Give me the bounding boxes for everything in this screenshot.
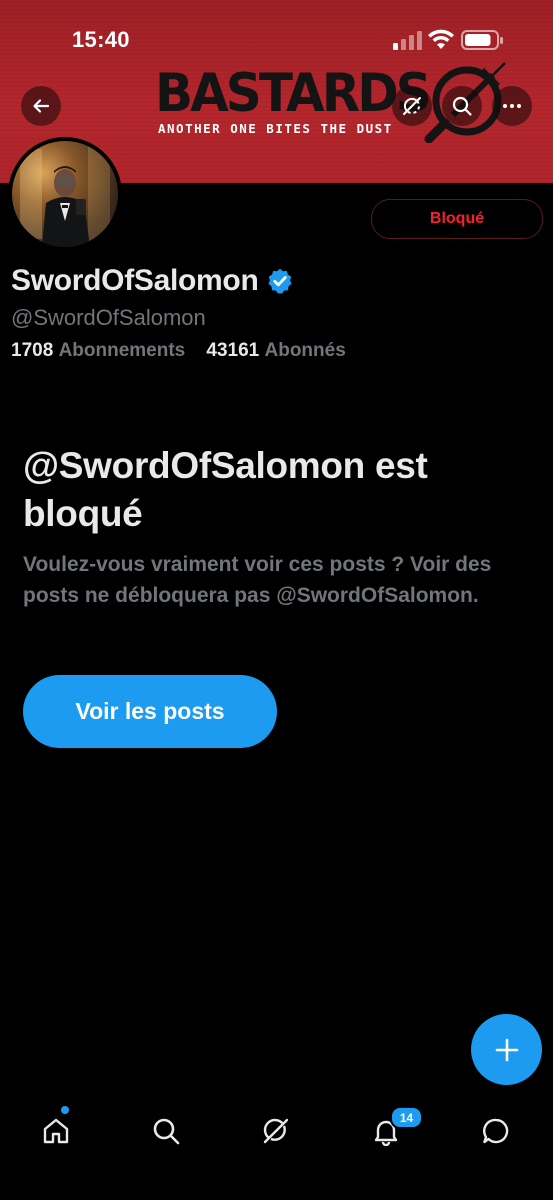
back-button[interactable] <box>21 86 61 126</box>
followers-label: Abonnés <box>264 340 346 361</box>
bottom-tab-bar <box>0 1095 553 1200</box>
following-label: Abonnements <box>58 340 186 361</box>
compose-button[interactable] <box>471 1014 542 1085</box>
notifications-badge: 14 <box>390 1106 423 1129</box>
plus-icon <box>495 1038 518 1061</box>
avatar-image <box>12 141 118 247</box>
more-button[interactable] <box>492 86 532 126</box>
followers-count: 43161 <box>206 340 260 361</box>
tab-messages[interactable] <box>476 1111 516 1151</box>
followers-link[interactable]: 43161 Abonnés <box>206 340 345 361</box>
search-icon <box>452 96 472 116</box>
cellular-signal-icon <box>393 31 422 50</box>
avatar-photo <box>20 145 110 247</box>
home-icon <box>43 1118 69 1144</box>
grok-button[interactable] <box>392 86 432 126</box>
search-icon <box>153 1118 180 1145</box>
display-name: SwordOfSalomon <box>11 264 259 297</box>
status-time: 15:40 <box>72 27 130 52</box>
tab-home[interactable] <box>36 1111 76 1151</box>
home-unread-dot <box>61 1106 69 1114</box>
blocked-button[interactable]: Bloqué <box>371 199 543 239</box>
grok-icon <box>263 1118 289 1144</box>
profile-name-row: SwordOfSalomon <box>11 264 294 298</box>
following-link[interactable]: 1708 Abonnements <box>11 340 185 361</box>
wifi-icon <box>428 29 454 49</box>
grok-icon <box>403 97 421 115</box>
chat-bubble-icon <box>483 1118 509 1144</box>
more-horizontal-icon <box>503 104 521 108</box>
follow-stats: 1708 Abonnements 43161 Abonnés <box>11 340 346 362</box>
battery-icon <box>461 30 503 50</box>
blocked-title: @SwordOfSalomon est bloqué <box>23 445 428 534</box>
avatar[interactable] <box>8 137 122 251</box>
arrow-left-icon <box>33 99 50 113</box>
status-bar: 15:40 <box>0 0 553 80</box>
following-count: 1708 <box>11 340 54 361</box>
verified-badge-icon[interactable] <box>266 267 294 295</box>
tab-grok[interactable] <box>256 1111 296 1151</box>
view-posts-button[interactable]: Voir les posts <box>23 675 277 748</box>
banner-logo-tagline: ANOTHER ONE BITES THE DUST <box>158 121 393 136</box>
profile-handle: @SwordOfSalomon <box>11 305 206 330</box>
search-button[interactable] <box>442 86 482 126</box>
tab-search[interactable] <box>146 1111 186 1151</box>
blocked-description: Voulez-vous vraiment voir ces posts ? Vo… <box>23 553 492 607</box>
